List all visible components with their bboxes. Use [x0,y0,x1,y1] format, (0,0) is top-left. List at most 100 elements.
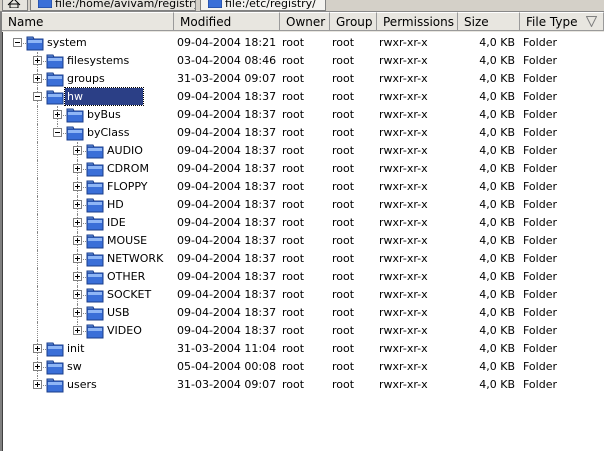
expand-toggle[interactable] [53,110,62,119]
file-size: 4,0 KB [479,180,515,193]
file-type: Folder [523,270,557,283]
expand-toggle[interactable] [73,254,82,263]
group: root [332,342,355,355]
modified-date: 09-04-2004 18:37 [177,144,277,157]
owner: root [282,54,305,67]
permissions: rwxr-xr-x [379,252,428,265]
file-name: FLOPPY [107,180,148,193]
folder-icon [86,288,104,303]
column-header-name[interactable]: Name [2,12,174,31]
owner: root [282,234,305,247]
tree-row[interactable]: AUDIO 09-04-2004 18:37 root root rwxr-xr-x 4,… [3,142,604,160]
home-button[interactable] [2,0,28,11]
home-icon [7,0,21,8]
column-header-owner[interactable]: Owner [280,12,330,31]
tree-row[interactable]: init 31-03-2004 11:04 root root rwxr-xr-x 4,0… [3,340,604,358]
expand-toggle[interactable] [73,164,82,173]
column-header-size[interactable]: Size [458,12,520,31]
tree-row[interactable]: hw 09-04-2004 18:37 root root rwxr-xr-x 4,0 K… [3,87,604,106]
permissions: rwxr-xr-x [379,342,428,355]
tree-row[interactable]: system 09-04-2004 18:21 root root rwxr-xr-x 4… [3,34,604,52]
tree-row[interactable]: NETWORK 09-04-2004 18:37 root root rwxr-xr-x… [3,250,604,268]
column-header-label: Group [336,15,373,29]
tree-row[interactable]: OTHER 09-04-2004 18:37 root root rwxr-xr-x 4,… [3,268,604,286]
collapse-toggle[interactable] [13,38,22,47]
tree-row[interactable]: byClass 09-04-2004 18:37 root root rwxr-xr-x… [3,124,604,142]
tab-etc-registry[interactable]: file:/etc/registry/ [200,0,326,11]
modified-date: 03-04-2004 08:46 [177,54,277,67]
minus-icon [35,96,40,97]
folder-icon [86,180,104,195]
file-name: IDE [107,216,126,229]
folder-icon [208,0,222,8]
group: root [332,144,355,157]
group: root [332,252,355,265]
owner: root [282,108,305,121]
owner: root [282,306,305,319]
column-header-group[interactable]: Group [330,12,377,31]
tree-guide-line [37,124,38,142]
tree-row[interactable]: HD 09-04-2004 18:37 root root rwxr-xr-x 4,0 K… [3,196,604,214]
expand-toggle[interactable] [73,272,82,281]
expand-toggle[interactable] [33,380,42,389]
tree-row[interactable]: VIDEO 09-04-2004 18:37 root root rwxr-xr-x 4,… [3,322,604,340]
expand-toggle[interactable] [33,74,42,83]
file-size: 4,0 KB [479,324,515,337]
tree-row[interactable]: users 31-03-2004 09:07 root root rwxr-xr-x 4,… [3,376,604,394]
tab-label: file:/etc/registry/ [225,0,316,10]
collapse-toggle[interactable] [33,92,42,101]
owner: root [282,126,305,139]
plus-icon [77,238,78,243]
folder-icon [46,360,64,375]
permissions: rwxr-xr-x [379,54,428,67]
permissions: rwxr-xr-x [379,198,428,211]
tree-row[interactable]: FLOPPY 09-04-2004 18:37 root root rwxr-xr-x 4… [3,178,604,196]
column-header-permissions[interactable]: Permissions [377,12,458,31]
tree-row[interactable]: groups 31-03-2004 09:07 root root rwxr-xr-x 4… [3,70,604,88]
tree-row[interactable]: sw 05-04-2004 00:08 root root rwxr-xr-x 4,0 K… [3,358,604,376]
tree-row[interactable]: IDE 09-04-2004 18:37 root root rwxr-xr-x 4,0 … [3,214,604,232]
tree-row[interactable]: MOUSE 09-04-2004 18:37 root root rwxr-xr-x 4,… [3,232,604,250]
group: root [332,270,355,283]
file-name: NETWORK [107,252,164,265]
file-type: Folder [523,198,557,211]
plus-icon [77,202,78,207]
plus-icon [77,328,78,333]
expand-toggle[interactable] [33,56,42,65]
file-name: HD [107,198,124,211]
expand-toggle[interactable] [73,326,82,335]
expand-toggle[interactable] [73,290,82,299]
expand-toggle[interactable] [73,146,82,155]
expand-toggle[interactable] [73,218,82,227]
file-name: USB [107,306,130,319]
group: root [332,216,355,229]
owner: root [282,180,305,193]
collapse-toggle[interactable] [53,128,62,137]
folder-icon [86,270,104,285]
owner: root [282,198,305,211]
tree-row[interactable]: USB 09-04-2004 18:37 root root rwxr-xr-x 4,0 … [3,304,604,322]
plus-icon [37,58,38,63]
expand-toggle[interactable] [73,200,82,209]
tree-row[interactable]: byBus 09-04-2004 18:37 root root rwxr-xr-x 4,… [3,106,604,124]
tree-row[interactable]: SOCKET 09-04-2004 18:37 root root rwxr-xr-x 4… [3,286,604,304]
modified-date: 09-04-2004 18:37 [177,126,277,139]
tree-guide-line [37,250,38,268]
expand-toggle[interactable] [33,344,42,353]
expand-toggle[interactable] [73,236,82,245]
file-size: 4,0 KB [479,144,515,157]
modified-date: 09-04-2004 18:37 [177,324,277,337]
column-header-label: Name [8,15,44,29]
tree-row[interactable]: CDROM 09-04-2004 18:37 root root rwxr-xr-x 4,… [3,160,604,178]
column-header-modified[interactable]: Modified [174,12,280,31]
expand-toggle[interactable] [33,362,42,371]
column-header-file-type[interactable]: File Type [520,12,604,31]
expand-toggle[interactable] [73,308,82,317]
tree-row[interactable]: filesystems 03-04-2004 08:46 root root rwxr-… [3,52,604,70]
plus-icon [37,76,38,81]
tree-guide-line [37,268,38,286]
tab-home-registry[interactable]: file:/home/avivam/registry [30,0,196,11]
expand-toggle[interactable] [73,182,82,191]
owner: root [282,360,305,373]
plus-icon [77,292,78,297]
